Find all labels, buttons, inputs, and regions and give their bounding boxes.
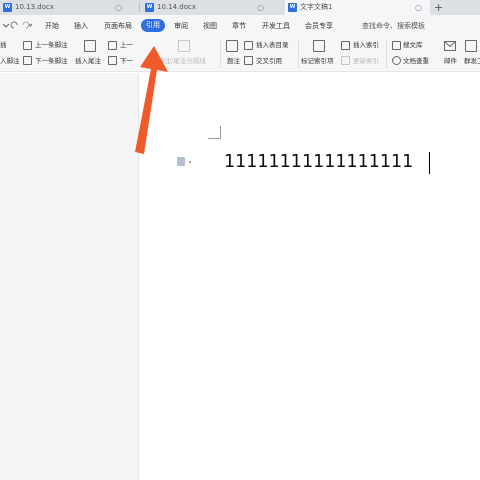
next-endnote-button[interactable]: 下一 — [120, 57, 133, 66]
plagiarism-check-button[interactable]: 文档查重 — [403, 57, 429, 66]
insert-index-icon — [341, 41, 350, 50]
next-footnote-icon — [23, 56, 32, 65]
prev-endnote-icon — [108, 41, 117, 50]
paragraph-dot-icon — [189, 161, 191, 163]
tab-close-icon[interactable]: ○ — [257, 0, 264, 15]
tab-divider — [139, 3, 140, 12]
prev-footnote-button[interactable]: 上一条脚注 — [35, 41, 68, 50]
plus-icon: + — [434, 1, 444, 14]
ribbon-divider — [386, 40, 387, 68]
search-library-icon — [392, 41, 401, 50]
menu-insert[interactable]: 插入 — [74, 21, 88, 31]
references-ribbon: 插 入脚注 上一条脚注 下一条脚注 插入尾注 上一 下一 脚注/尾注分隔线 题注… — [0, 36, 480, 72]
menu-page-layout[interactable]: 页面布局 — [104, 21, 132, 31]
menu-view[interactable]: 视图 — [203, 21, 217, 31]
left-pane — [0, 73, 138, 480]
tab-doc-1[interactable]: W 10.13.docx ○ — [0, 0, 138, 15]
menu-member[interactable]: 会员专享 — [305, 21, 333, 31]
cross-reference-icon — [244, 56, 253, 65]
tab-label: 文字文稿1 — [300, 3, 333, 11]
menu-review[interactable]: 审阅 — [174, 21, 188, 31]
menu-home[interactable]: 开始 — [45, 21, 59, 31]
insert-index-button[interactable]: 插入索引 — [353, 41, 379, 50]
mark-index-icon — [313, 40, 325, 52]
insert-footnote-button[interactable]: 入脚注 — [0, 57, 20, 66]
next-endnote-icon — [108, 56, 117, 65]
prev-endnote-button[interactable]: 上一 — [120, 41, 133, 50]
next-footnote-button[interactable]: 下一条脚注 — [35, 57, 68, 66]
document-body-text[interactable]: 11111111111111111 — [224, 152, 413, 172]
word-doc-icon: W — [3, 3, 12, 12]
tab-close-icon[interactable]: ○ — [415, 0, 422, 15]
document-page[interactable] — [138, 73, 480, 480]
tab-close-icon[interactable]: ○ — [115, 0, 122, 15]
document-tab-bar: W 10.13.docx ○ W 10.14.docx ○ W 文字文稿1 ○ … — [0, 0, 480, 15]
insert-table-of-figures-button[interactable]: 插入表目录 — [256, 41, 289, 50]
menu-section[interactable]: 章节 — [232, 21, 246, 31]
tab-label: 10.13.docx — [15, 3, 54, 11]
caption-button[interactable]: 题注 — [227, 57, 240, 66]
tab-doc-3[interactable]: W 文字文稿1 ○ — [285, 0, 430, 15]
word-doc-icon: W — [288, 3, 297, 12]
text-cursor — [429, 152, 430, 174]
search-command-input[interactable]: 查找命令、搜索模板 — [362, 21, 425, 31]
update-index-icon — [341, 56, 350, 65]
new-tab-button[interactable]: + — [434, 0, 454, 15]
tab-doc-2[interactable]: W 10.14.docx ○ — [142, 0, 280, 15]
mail-merge-button[interactable]: 邮件 — [444, 57, 457, 66]
group-send-icon — [465, 40, 477, 52]
menu-references[interactable]: 引用 — [141, 19, 165, 32]
prev-footnote-icon — [23, 41, 32, 50]
insert-endnote-button[interactable]: 插入尾注 — [75, 57, 101, 66]
page-margin-corner-mark — [208, 126, 221, 139]
mark-index-entry-button[interactable]: 标记索引项 — [301, 57, 334, 66]
cross-reference-button[interactable]: 交叉引用 — [256, 57, 282, 66]
endnote-icon — [84, 40, 96, 52]
group-send-button[interactable]: 群发工 — [464, 57, 480, 66]
menu-bar: 开始 插入 页面布局 引用 审阅 视图 章节 开发工具 会员专享 查找命令、搜索… — [0, 15, 480, 44]
ribbon-divider — [298, 40, 299, 68]
insert-footnote-fragment[interactable]: 插 — [0, 41, 7, 50]
footnote-separator-icon — [178, 40, 190, 52]
caption-icon — [226, 40, 238, 52]
paragraph-layout-icon[interactable] — [177, 157, 185, 166]
plagiarism-check-icon — [392, 56, 401, 65]
update-index-button[interactable]: 更新索引 — [353, 57, 379, 66]
footnote-separator-button[interactable]: 脚注/尾注分隔线 — [158, 57, 206, 66]
quick-access-icons[interactable] — [2, 21, 32, 31]
search-library-button[interactable]: 搜文库 — [403, 41, 423, 50]
mail-icon — [444, 41, 456, 51]
table-of-figures-icon — [244, 41, 253, 50]
tab-label: 10.14.docx — [157, 3, 196, 11]
word-doc-icon: W — [145, 3, 154, 12]
menu-developer[interactable]: 开发工具 — [262, 21, 290, 31]
ribbon-divider — [220, 40, 221, 68]
